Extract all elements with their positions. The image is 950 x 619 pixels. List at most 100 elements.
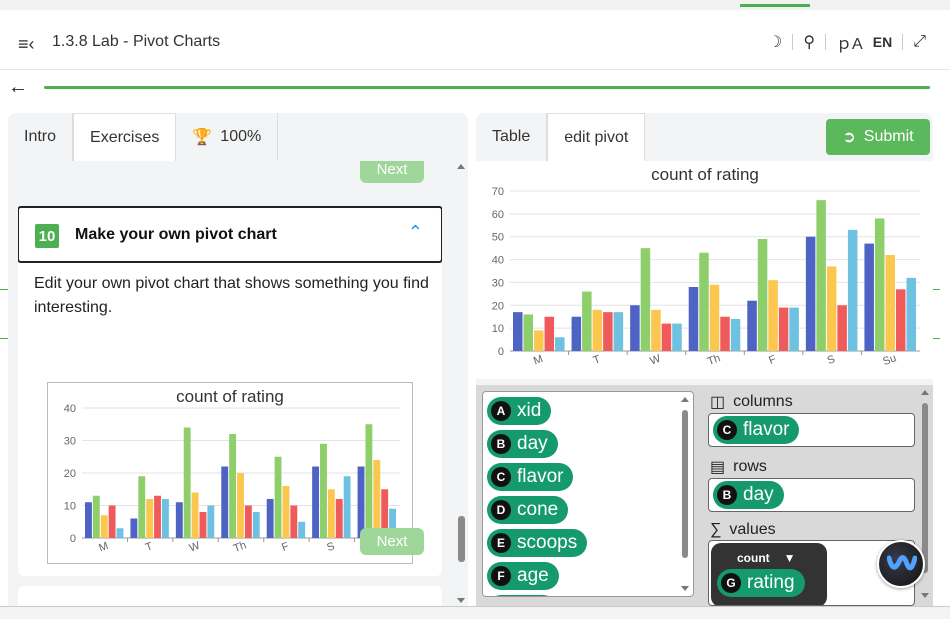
bar (523, 314, 534, 351)
attr-letter: B (717, 485, 737, 505)
bar (327, 489, 335, 538)
bar (816, 200, 826, 351)
back-arrow-icon[interactable]: ← (8, 76, 28, 99)
bar (320, 443, 327, 538)
bar (571, 316, 582, 351)
rows-dropzone[interactable]: Bday (708, 478, 915, 512)
attribute-pill[interactable]: Bday (487, 430, 558, 458)
chevron-down-icon: ▼ (783, 551, 796, 565)
submit-button[interactable]: ➲ Submit (826, 119, 930, 155)
bar (365, 424, 373, 538)
bar (335, 499, 343, 538)
y-tick-label: 50 (492, 232, 504, 244)
attribute-pill[interactable]: Dcone (487, 496, 569, 524)
language-button[interactable]: EN (873, 34, 892, 50)
left-tabs: Intro Exercises 🏆 100% (8, 113, 279, 161)
aggregate-card: count ▼ Grating (711, 543, 827, 605)
bar (175, 502, 183, 538)
webex-assistant-icon[interactable] (877, 540, 925, 588)
section-text: columns (733, 393, 793, 410)
bar (244, 505, 252, 538)
attr-name: scoops (517, 532, 578, 553)
exercise-header[interactable]: 10 Make your own pivot chart ⌃ (18, 206, 442, 263)
fullscreen-icon[interactable]: ⤢ (913, 33, 926, 51)
tab-table[interactable]: Table (476, 113, 548, 161)
attribute-pill[interactable]: Escoops (487, 529, 588, 557)
app-header: ≡‹ 1.3.8 Lab - Pivot Charts ☽ ⚲ ｐA EN ⤢ (0, 10, 950, 70)
chevron-up-icon[interactable]: ⌃ (408, 222, 423, 243)
bar (513, 312, 523, 351)
next-button[interactable]: Next (360, 528, 424, 555)
bar (274, 456, 282, 538)
translate-icon[interactable]: ｐA (836, 30, 863, 54)
scrollbar[interactable] (680, 392, 690, 597)
x-tick-label: F (280, 540, 291, 554)
x-tick-label: Th (232, 539, 248, 555)
row-field-pill[interactable]: Bday (713, 481, 784, 509)
tab-exercises[interactable]: Exercises (73, 113, 177, 161)
chart-title: count of rating (176, 387, 284, 406)
attr-name: age (517, 565, 549, 586)
divider (792, 34, 794, 50)
bar (613, 312, 624, 351)
attr-name: day (743, 484, 774, 505)
bar (290, 505, 298, 538)
tab-progress[interactable]: 🏆 100% (176, 113, 279, 161)
exercise-pane: Intro Exercises 🏆 100% Next 10 Make your … (8, 113, 468, 606)
bar (895, 289, 906, 351)
attr-letter: C (717, 420, 737, 440)
bar (146, 499, 154, 538)
bar (661, 323, 672, 351)
section-text: rows (733, 458, 767, 475)
columns-label: ◫ columns (710, 392, 793, 412)
bar (672, 323, 682, 351)
aggregate-select[interactable]: count ▼ (737, 551, 796, 565)
exercise-card: 10 Make your own pivot chart ⌃ Edit your… (18, 206, 442, 576)
attr-letter: G (721, 573, 741, 593)
columns-dropzone[interactable]: Cflavor (708, 413, 915, 447)
y-tick-label: 0 (498, 346, 504, 358)
x-tick-label: Su (881, 352, 898, 368)
bar (747, 300, 757, 351)
x-tick-label: F (767, 353, 778, 367)
value-field-pill[interactable]: Grating (717, 569, 805, 597)
bar (100, 515, 108, 538)
bar (582, 291, 592, 351)
search-icon[interactable]: ⚲ (803, 32, 815, 52)
bar (191, 492, 199, 538)
bar (85, 502, 92, 538)
tab-label: edit pivot (564, 128, 629, 146)
attribute-pill[interactable]: Fage (487, 562, 559, 590)
tab-intro[interactable]: Intro (8, 113, 74, 161)
bar (199, 512, 207, 538)
attribute-pill[interactable]: Cflavor (487, 463, 574, 491)
attr-name: flavor (517, 466, 564, 487)
tab-edit-pivot[interactable]: edit pivot (547, 113, 646, 161)
horizontal-scrollbar[interactable] (0, 606, 950, 619)
bar (885, 255, 895, 351)
attribute-pill[interactable]: Axid (487, 397, 552, 425)
attr-name: rating (747, 572, 795, 593)
sigma-icon: ∑ (710, 521, 722, 538)
bar (343, 476, 351, 538)
bar (544, 316, 555, 351)
bar (282, 486, 290, 538)
menu-collapse-icon[interactable]: ≡‹ (18, 34, 35, 55)
scrollbar[interactable] (454, 161, 468, 606)
attribute-pill[interactable] (487, 595, 557, 596)
bar (92, 495, 100, 538)
attr-letter: F (491, 566, 511, 586)
x-tick-label: W (188, 540, 202, 555)
bar (720, 316, 730, 351)
y-tick-label: 30 (64, 436, 76, 448)
right-tabs: Table edit pivot (476, 113, 646, 161)
column-field-pill[interactable]: Cflavor (713, 416, 800, 444)
bar (108, 505, 116, 538)
bar (789, 307, 799, 351)
bar (207, 505, 215, 538)
bar (757, 239, 768, 351)
bar (138, 476, 146, 538)
page-title: 1.3.8 Lab - Pivot Charts (52, 33, 221, 50)
dark-mode-icon[interactable]: ☽ (768, 32, 782, 52)
next-button[interactable]: Next (360, 161, 424, 183)
